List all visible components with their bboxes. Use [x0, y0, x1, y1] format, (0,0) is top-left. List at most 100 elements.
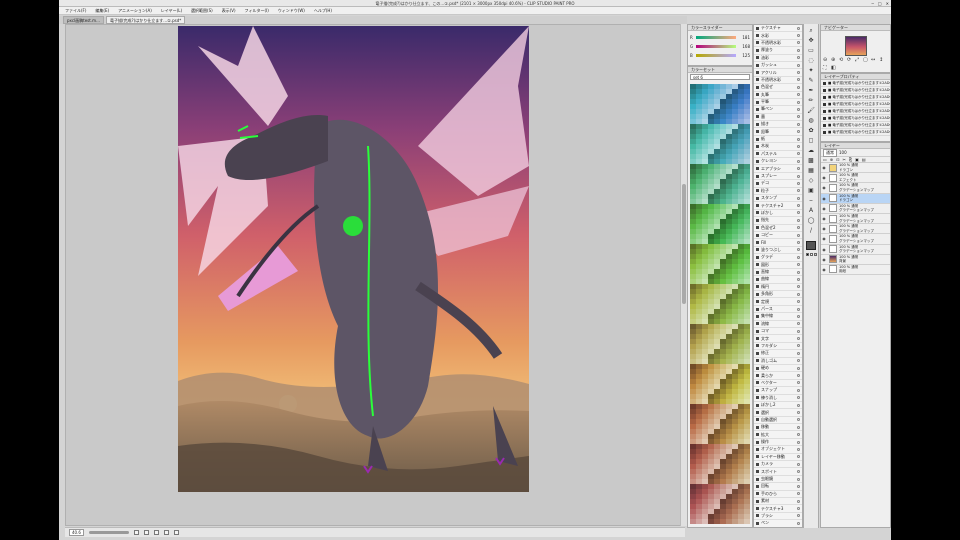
- minimize-button[interactable]: ─: [871, 1, 873, 6]
- eye-icon[interactable]: ◉: [821, 195, 827, 201]
- magnifier-icon[interactable]: ⌕: [806, 27, 816, 34]
- sub-tool-item[interactable]: 丸筆: [754, 92, 802, 99]
- sub-tool-item[interactable]: 修正: [754, 350, 802, 358]
- sub-tool-item[interactable]: 図形: [754, 262, 802, 269]
- scrollbar-thumb[interactable]: [682, 184, 686, 304]
- tool-settings-icon[interactable]: [797, 455, 800, 459]
- zoom-out-icon[interactable]: [133, 530, 139, 535]
- zoom-level[interactable]: 40.6: [69, 529, 84, 536]
- sub-tool-item[interactable]: 練り消し: [754, 395, 802, 402]
- tool-settings-icon[interactable]: [797, 34, 800, 38]
- navigator-tool-icon[interactable]: ▢: [863, 58, 868, 63]
- line-icon[interactable]: /: [806, 227, 816, 234]
- sub-tool-item[interactable]: 指先: [754, 217, 802, 225]
- sub-tool-item[interactable]: 素材: [754, 498, 802, 506]
- tool-settings-icon[interactable]: [797, 159, 800, 163]
- tool-settings-icon[interactable]: [797, 218, 800, 222]
- canvas-vertical-scrollbar[interactable]: [680, 24, 687, 526]
- eye-icon[interactable]: ◉: [821, 256, 827, 262]
- tool-settings-icon[interactable]: [797, 499, 800, 503]
- sub-tool-item[interactable]: 集中線: [754, 313, 802, 321]
- slider-value[interactable]: 181: [738, 35, 750, 40]
- checkbox[interactable]: [823, 81, 826, 85]
- sub-tool-item[interactable]: スポイト: [754, 468, 802, 476]
- sub-tool-item[interactable]: 拡大: [754, 431, 802, 439]
- sub-tool-item[interactable]: 墨: [754, 114, 802, 122]
- tool-settings-icon[interactable]: [797, 93, 800, 97]
- tool-settings-icon[interactable]: [797, 403, 800, 407]
- blend-mode-select[interactable]: 通常: [823, 148, 837, 157]
- checkbox[interactable]: [823, 130, 826, 134]
- eye-icon[interactable]: ◉: [821, 216, 827, 222]
- tool-settings-icon[interactable]: [797, 130, 800, 134]
- tool-settings-icon[interactable]: [797, 204, 800, 208]
- layer-row[interactable]: ◉ 100 % 通常 グラデーションマップ: [821, 183, 890, 194]
- layer-action-icon[interactable]: ✂: [843, 157, 846, 162]
- tool-settings-icon[interactable]: [797, 300, 800, 304]
- sub-tool-item[interactable]: スナップ: [754, 387, 802, 395]
- tool-settings-icon[interactable]: [797, 189, 800, 193]
- property-row[interactable]: ■ 竜子描(完成?)はかり仕立ます①2ADO: [821, 87, 890, 94]
- tool-settings-icon[interactable]: [797, 470, 800, 474]
- tool-settings-icon[interactable]: [797, 337, 800, 341]
- sub-tool-item[interactable]: カメラ: [754, 461, 802, 469]
- tool-settings-icon[interactable]: [797, 181, 800, 185]
- slider-value[interactable]: 125: [738, 53, 750, 58]
- navigator-tool-icon[interactable]: ⤢: [855, 58, 860, 63]
- menu-window[interactable]: ウィンドウ(W): [278, 8, 305, 14]
- layer-row[interactable]: ◉ 100 % 通常 背景: [821, 255, 890, 265]
- property-row[interactable]: ■ 竜子描(完成?)はかり仕立ます①2ADO: [821, 108, 890, 115]
- color-set-dropdown[interactable]: set 6: [690, 74, 750, 80]
- close-button[interactable]: ✕: [886, 1, 889, 6]
- tool-settings-icon[interactable]: [797, 351, 800, 355]
- rotate-icon[interactable]: [163, 530, 169, 535]
- checkbox[interactable]: [823, 109, 826, 113]
- layer-row[interactable]: ◉ 100 % 通常 グラデーションマップ: [821, 204, 890, 214]
- tool-settings-icon[interactable]: [797, 521, 800, 525]
- navigator-tool-icon[interactable]: ⟲: [839, 58, 844, 63]
- eye-icon[interactable]: ◉: [821, 175, 827, 181]
- tool-settings-icon[interactable]: [797, 122, 800, 126]
- text-icon[interactable]: A: [806, 207, 816, 214]
- sub-tool-item[interactable]: コピー: [754, 232, 802, 240]
- fit-icon[interactable]: [153, 530, 159, 535]
- slider-row-r[interactable]: R 181: [690, 35, 750, 40]
- frame-icon[interactable]: ▣: [806, 187, 816, 194]
- tool-settings-icon[interactable]: [797, 388, 800, 392]
- slider-row-g[interactable]: G 168: [690, 44, 750, 49]
- layer-row[interactable]: ◉ 100 % 通常 用紙: [821, 265, 890, 276]
- property-row[interactable]: ■ 竜子描(完成?)はかり仕立ます①2ADO: [821, 94, 890, 101]
- move-icon[interactable]: ✥: [806, 37, 816, 44]
- main-color-swatch[interactable]: [806, 241, 816, 250]
- sub-tool-item[interactable]: 不透明水彩: [754, 40, 802, 48]
- tool-settings-icon[interactable]: [797, 100, 800, 104]
- sub-tool-item[interactable]: 色混ぜ: [754, 84, 802, 92]
- tool-settings-icon[interactable]: [797, 344, 800, 348]
- pencil-icon[interactable]: ✏: [806, 97, 816, 104]
- sub-tool-item[interactable]: 移動: [754, 424, 802, 432]
- sub-tool-item[interactable]: 厚塗り: [754, 47, 802, 55]
- checkbox[interactable]: [823, 102, 826, 106]
- airbrush-icon[interactable]: ◍: [806, 117, 816, 124]
- pen-icon[interactable]: ✒: [806, 87, 816, 94]
- sub-tool-item[interactable]: パース: [754, 306, 802, 314]
- sub-tool-item[interactable]: 水彩: [754, 32, 802, 40]
- sub-tool-item[interactable]: 楕円: [754, 284, 802, 292]
- tool-settings-icon[interactable]: [797, 196, 800, 200]
- layer-row[interactable]: ◉ 100 % 通常 グラデーションマップ: [821, 234, 890, 245]
- property-row[interactable]: ■ 竜子描(完成?)はかり仕立ます①2ADO: [821, 122, 890, 129]
- tool-settings-icon[interactable]: [797, 152, 800, 156]
- tool-settings-icon[interactable]: [797, 226, 800, 230]
- navigator-tool-icon[interactable]: ↕: [879, 58, 884, 63]
- sub-tool-item[interactable]: ベクター: [754, 380, 802, 388]
- tool-settings-icon[interactable]: [797, 56, 800, 60]
- sub-tool-item[interactable]: 硬め: [754, 365, 802, 373]
- tool-settings-icon[interactable]: [797, 381, 800, 385]
- tool-settings-icon[interactable]: [797, 514, 800, 518]
- layer-action-icon[interactable]: ▤: [862, 157, 866, 162]
- layer-row[interactable]: ◉ 100 % 通常 グラデーションマップ: [821, 224, 890, 235]
- figure-icon[interactable]: ◇: [806, 177, 816, 184]
- navigator-tool-icon[interactable]: ⊖: [823, 58, 828, 63]
- tool-settings-icon[interactable]: [797, 137, 800, 141]
- tool-settings-icon[interactable]: [797, 241, 800, 245]
